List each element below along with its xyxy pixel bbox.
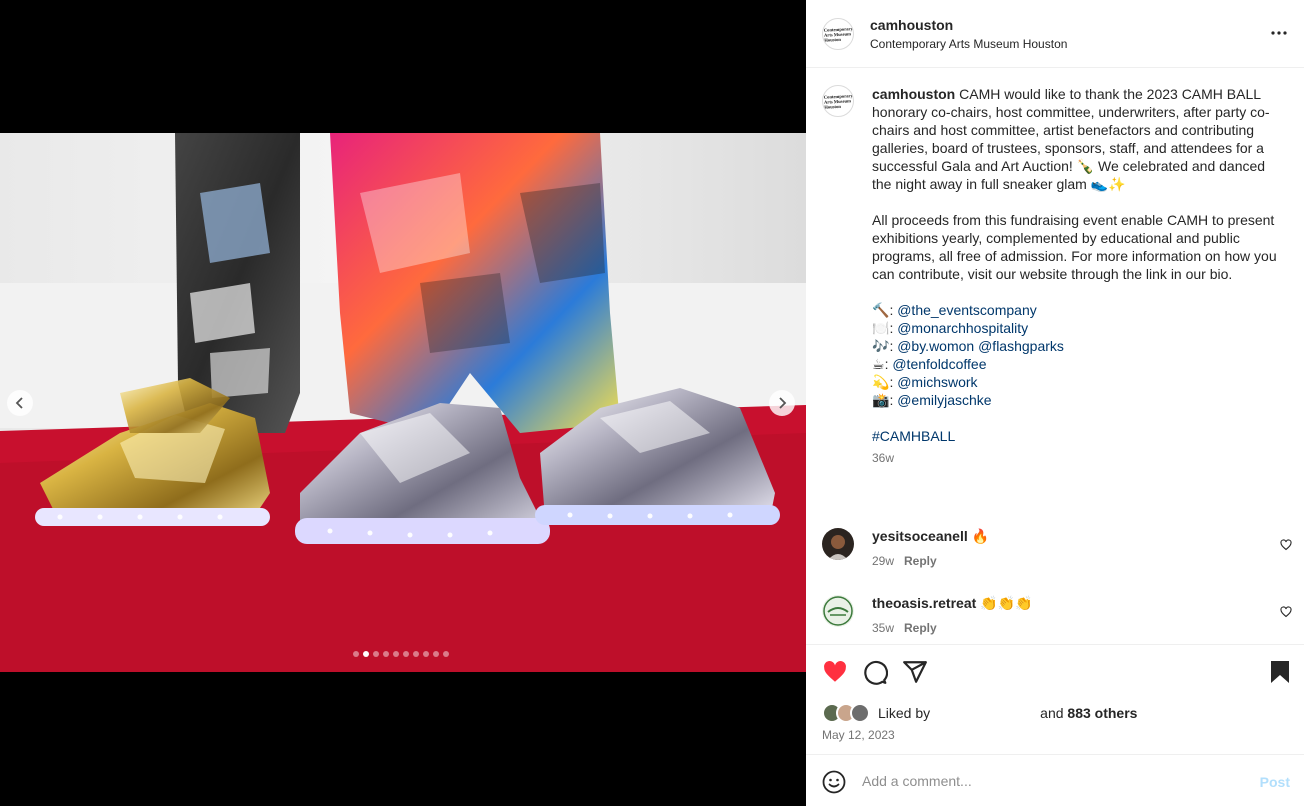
heart-icon — [1280, 539, 1292, 551]
reply-button[interactable]: Reply — [904, 621, 937, 635]
comment-text: 🔥 — [971, 528, 990, 544]
post-actions: Liked by and 883 others May 12, 2023 — [806, 644, 1304, 754]
likes-and-label: and — [1040, 705, 1064, 721]
comment-like-button[interactable] — [1280, 605, 1292, 623]
caption-text: camhouston CAMH would like to thank the … — [872, 85, 1282, 467]
more-icon — [1271, 31, 1287, 35]
credit-emoji: 📸 — [872, 392, 890, 408]
caption-timestamp[interactable]: 36w — [872, 449, 1282, 467]
carousel-dot — [383, 651, 389, 657]
credit-emoji: 🔨 — [872, 302, 890, 318]
hashtag-link[interactable]: #CAMHBALL — [872, 428, 955, 444]
share-button[interactable] — [902, 659, 928, 690]
carousel-dot — [363, 651, 369, 657]
comment-icon — [864, 660, 889, 685]
chevron-right-icon — [779, 397, 787, 409]
credit-handle-link[interactable]: @the_eventscompany — [897, 302, 1037, 318]
heart-icon — [824, 661, 846, 682]
credit-line: 🍽️: @monarchhospitality — [872, 320, 1029, 336]
author-username[interactable]: camhouston — [870, 17, 953, 33]
carousel-next-button[interactable] — [769, 390, 795, 416]
credits-list: 🔨: @the_eventscompany 🍽️: @monarchhospita… — [872, 301, 1282, 409]
share-icon — [903, 661, 927, 683]
carousel-dot — [443, 651, 449, 657]
carousel-dot — [373, 651, 379, 657]
carousel-dots — [353, 651, 449, 657]
credit-handle-link[interactable]: @michswork — [897, 374, 977, 390]
caption-username[interactable]: camhouston — [872, 86, 955, 102]
carousel-dot — [353, 651, 359, 657]
post-date[interactable]: May 12, 2023 — [822, 728, 895, 742]
credit-emoji: 🎶 — [872, 338, 890, 354]
likes-count[interactable]: 883 others — [1067, 705, 1137, 721]
commenter-avatar[interactable] — [822, 595, 854, 627]
author-avatar[interactable]: Contemporary Arts Museum Houston — [822, 18, 854, 50]
likes-summary: Liked by and 883 others — [822, 703, 1137, 723]
emoji-button[interactable] — [822, 770, 846, 799]
liker-avatar[interactable] — [850, 703, 870, 723]
save-button[interactable] — [1268, 659, 1292, 690]
carousel-prev-button[interactable] — [7, 390, 33, 416]
add-comment-bar: Post — [806, 754, 1304, 806]
comment-username[interactable]: theoasis.retreat — [872, 595, 976, 611]
comment-time[interactable]: 35w — [872, 621, 894, 635]
comment-username[interactable]: yesitsoceanell — [872, 528, 968, 544]
chevron-left-icon — [15, 397, 23, 409]
carousel-dot — [403, 651, 409, 657]
credit-handle-link[interactable]: @by.womon @flashgparks — [897, 338, 1064, 354]
post-comment-button[interactable]: Post — [1260, 774, 1290, 790]
carousel-dot — [433, 651, 439, 657]
comments-scroll-area[interactable]: Contemporary Arts Museum Houston camhousto… — [806, 69, 1304, 644]
logo-text: Contemporary Arts Museum Houston — [824, 25, 854, 43]
credit-line: 🎶: @by.womon @flashgparks — [872, 338, 1064, 354]
credit-emoji: ☕ — [872, 356, 885, 372]
credit-line: 💫: @michswork — [872, 374, 978, 390]
like-button[interactable] — [822, 659, 848, 690]
emoji-icon — [822, 770, 846, 794]
caption-paragraph-2: All proceeds from this fundraising event… — [872, 212, 1277, 282]
sneakers-photo — [0, 133, 806, 672]
credit-handle-link[interactable]: @monarchhospitality — [897, 320, 1028, 336]
comment-input[interactable] — [862, 771, 1232, 791]
heart-icon — [1280, 606, 1292, 618]
liked-by-label: Liked by — [878, 705, 931, 721]
more-options-button[interactable] — [1270, 24, 1288, 47]
carousel-dot — [413, 651, 419, 657]
carousel-dot — [423, 651, 429, 657]
post-side-panel: Contemporary Arts Museum Houston camhousto… — [806, 0, 1304, 806]
post-location[interactable]: Contemporary Arts Museum Houston — [870, 37, 1067, 51]
bookmark-icon — [1271, 661, 1289, 683]
credit-emoji: 💫 — [872, 374, 890, 390]
credit-handle-link[interactable]: @tenfoldcoffee — [892, 356, 986, 372]
credit-line: 🔨: @the_eventscompany — [872, 302, 1037, 318]
comment-text: 👏👏👏 — [980, 595, 1033, 611]
comment-time[interactable]: 29w — [872, 554, 894, 568]
credit-line: 📸: @emilyjaschke — [872, 392, 992, 408]
comment-item: yesitsoceanell 🔥 29w Reply — [822, 528, 1292, 578]
credit-line: ☕: @tenfoldcoffee — [872, 356, 987, 372]
post-media — [0, 0, 806, 806]
post-header: Contemporary Arts Museum Houston camhousto… — [806, 0, 1304, 68]
commenter-avatar[interactable] — [822, 528, 854, 560]
credit-emoji: 🍽️ — [872, 320, 890, 336]
caption-avatar[interactable]: Contemporary Arts Museum Houston — [822, 85, 854, 117]
reply-button[interactable]: Reply — [904, 554, 937, 568]
comment-like-button[interactable] — [1280, 538, 1292, 556]
post-photo[interactable] — [0, 133, 806, 672]
carousel-dot — [393, 651, 399, 657]
comment-button[interactable] — [862, 659, 889, 690]
comment-item: theoasis.retreat 👏👏👏 35w Reply — [822, 595, 1292, 644]
credit-handle-link[interactable]: @emilyjaschke — [897, 392, 991, 408]
